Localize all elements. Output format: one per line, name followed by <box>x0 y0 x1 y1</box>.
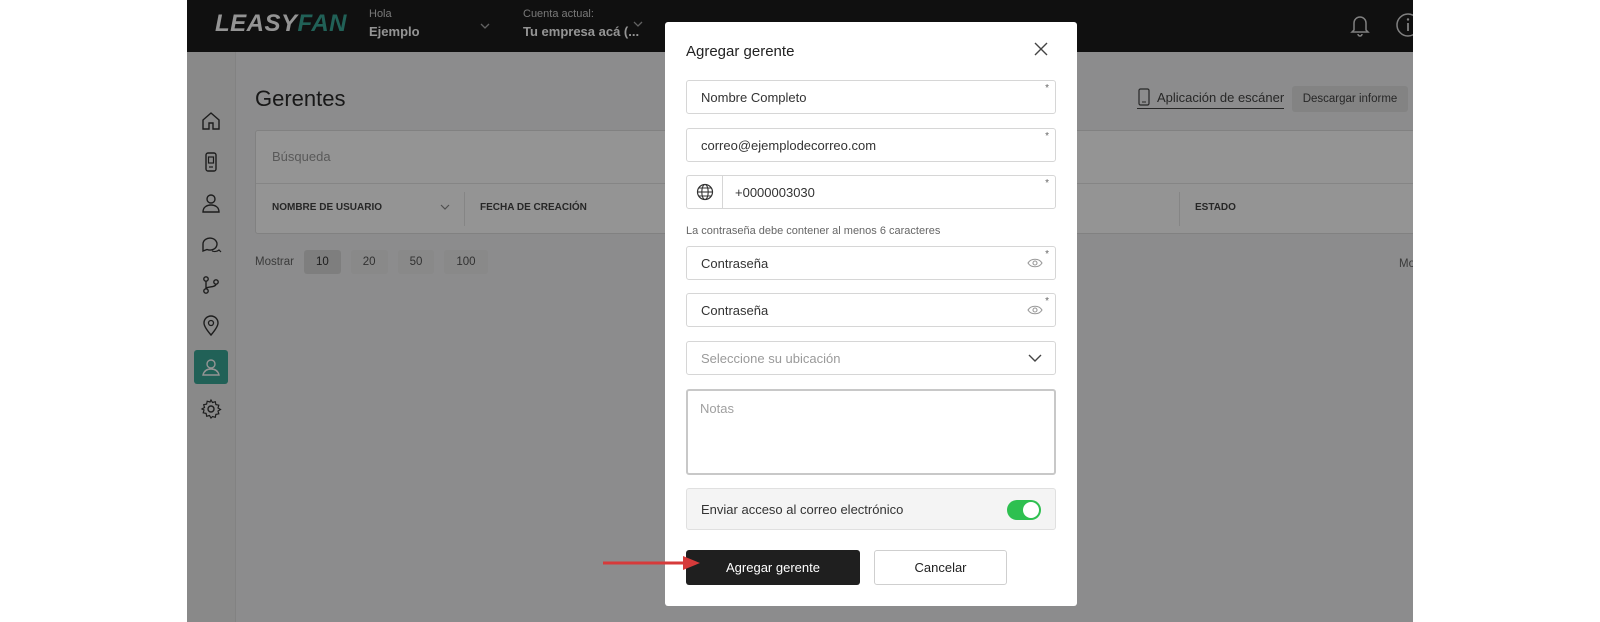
chevron-down-icon <box>1028 354 1042 362</box>
add-manager-dialog: Agregar gerente Nombre Completo * correo… <box>665 22 1077 606</box>
notes-textarea[interactable]: Notas <box>686 389 1056 475</box>
send-access-label: Enviar acceso al correo electrónico <box>701 501 904 517</box>
required-mark: * <box>1045 296 1049 307</box>
add-manager-button[interactable]: Agregar gerente <box>686 550 860 585</box>
close-icon[interactable] <box>1032 40 1050 58</box>
required-mark: * <box>1045 178 1049 189</box>
password-hint: La contraseña debe contener al menos 6 c… <box>686 225 941 237</box>
cancel-button[interactable]: Cancelar <box>874 550 1007 585</box>
send-access-row: Enviar acceso al correo electrónico <box>686 488 1056 530</box>
required-mark: * <box>1045 249 1049 260</box>
eye-icon[interactable] <box>1027 257 1043 269</box>
eye-icon[interactable] <box>1027 304 1043 316</box>
required-mark: * <box>1045 83 1049 94</box>
location-select[interactable]: Seleccione su ubicación <box>686 341 1056 375</box>
send-access-toggle[interactable] <box>1007 500 1041 520</box>
toggle-knob <box>1023 502 1039 518</box>
arrow-pointer-icon <box>603 556 700 570</box>
phone-field[interactable]: +0000003030 * <box>686 175 1056 209</box>
country-code-selector[interactable] <box>687 176 723 208</box>
full-name-field[interactable]: Nombre Completo * <box>686 80 1056 114</box>
email-field[interactable]: correo@ejemplodecorreo.com * <box>686 128 1056 162</box>
dialog-title: Agregar gerente <box>686 43 795 60</box>
required-mark: * <box>1045 131 1049 142</box>
globe-icon <box>696 183 713 201</box>
password-field[interactable]: Contraseña * <box>686 246 1056 280</box>
confirm-password-field[interactable]: Contraseña * <box>686 293 1056 327</box>
